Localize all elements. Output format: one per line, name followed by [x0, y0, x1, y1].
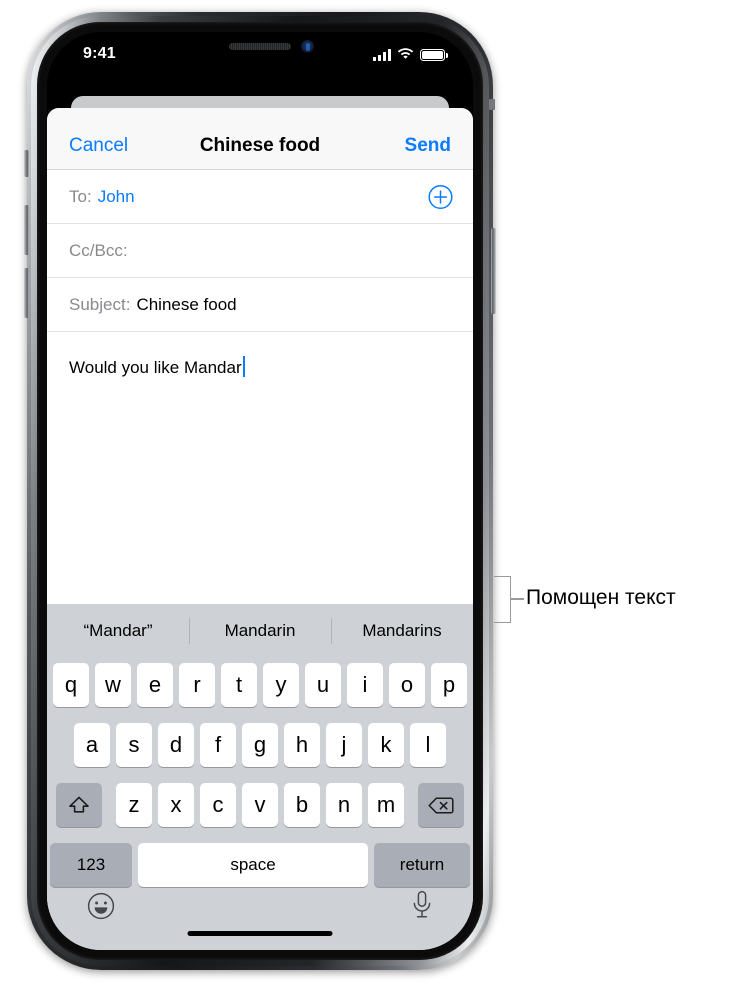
key-u[interactable]: u — [305, 663, 341, 707]
key-s[interactable]: s — [116, 723, 152, 767]
microphone-icon[interactable] — [411, 890, 433, 920]
predictive-text-bar: “Mandar” Mandarin Mandarins — [47, 604, 473, 658]
key-h[interactable]: h — [284, 723, 320, 767]
key-c[interactable]: c — [200, 783, 236, 827]
keyboard-bottom-bar — [47, 876, 473, 950]
earpiece-speaker-icon — [229, 43, 291, 50]
silent-switch-button[interactable] — [24, 150, 29, 177]
key-j[interactable]: j — [326, 723, 362, 767]
key-b[interactable]: b — [284, 783, 320, 827]
battery-full-icon — [420, 49, 448, 61]
shift-arrow-icon[interactable] — [56, 783, 102, 827]
key-y[interactable]: y — [263, 663, 299, 707]
callout-leader-line — [510, 598, 524, 600]
key-z[interactable]: z — [116, 783, 152, 827]
cancel-button[interactable]: Cancel — [69, 135, 128, 157]
suggestion-item-3[interactable]: Mandarins — [331, 621, 473, 641]
key-t[interactable]: t — [221, 663, 257, 707]
phone-bezel: 9:41 Cancel Chinese food Send To: John C… — [37, 22, 483, 960]
phone-frame: 9:41 Cancel Chinese food Send To: John C… — [27, 12, 493, 970]
key-o[interactable]: o — [389, 663, 425, 707]
key-m[interactable]: m — [368, 783, 404, 827]
key-w[interactable]: w — [95, 663, 131, 707]
frame-antenna-band — [489, 99, 495, 110]
screenshot-stage: 9:41 Cancel Chinese food Send To: John C… — [0, 0, 737, 988]
compose-navigation-bar: Cancel Chinese food Send — [47, 108, 473, 170]
status-time: 9:41 — [83, 45, 116, 62]
home-indicator[interactable] — [187, 931, 333, 936]
key-f[interactable]: f — [200, 723, 236, 767]
subject-field[interactable]: Subject: Chinese food — [47, 278, 473, 332]
key-k[interactable]: k — [368, 723, 404, 767]
callout-bracket — [494, 576, 511, 623]
to-field[interactable]: To: John — [47, 170, 473, 224]
key-q[interactable]: q — [53, 663, 89, 707]
compose-title: Chinese food — [199, 135, 321, 156]
status-icons — [373, 46, 448, 64]
smiley-face-icon[interactable] — [87, 892, 115, 920]
cc-bcc-field-label: Cc/Bcc: — [69, 240, 128, 260]
key-e[interactable]: e — [137, 663, 173, 707]
key-n[interactable]: n — [326, 783, 362, 827]
backspace-delete-icon[interactable] — [418, 783, 464, 827]
to-field-label: To: — [69, 186, 92, 206]
callout-label: Помощен текст — [526, 586, 676, 609]
subject-field-value[interactable]: Chinese food — [136, 295, 236, 315]
cc-bcc-field[interactable]: Cc/Bcc: — [47, 224, 473, 278]
message-body-field[interactable]: Would you like Mandar — [47, 332, 473, 560]
key-i[interactable]: i — [347, 663, 383, 707]
volume-up-button[interactable] — [24, 205, 29, 255]
key-l[interactable]: l — [410, 723, 446, 767]
key-p[interactable]: p — [431, 663, 467, 707]
key-a[interactable]: a — [74, 723, 110, 767]
keyboard-row-2: a s d f g h j k l — [47, 718, 473, 772]
suggestion-item-1[interactable]: “Mandar” — [47, 621, 189, 641]
front-camera-icon — [301, 40, 314, 53]
keyboard-row-1: q w e r t y u i o p — [47, 658, 473, 712]
key-d[interactable]: d — [158, 723, 194, 767]
message-body-text: Would you like Mandar — [69, 358, 242, 377]
send-button[interactable]: Send — [405, 135, 451, 157]
notch — [180, 32, 340, 60]
cellular-bars-icon — [373, 49, 391, 61]
phone-screen: 9:41 Cancel Chinese food Send To: John C… — [47, 32, 473, 950]
key-g[interactable]: g — [242, 723, 278, 767]
wifi-icon — [397, 46, 414, 64]
keyboard-row-3: z x c v b n m — [47, 778, 473, 832]
volume-down-button[interactable] — [24, 268, 29, 318]
text-cursor — [242, 356, 245, 377]
subject-field-label: Subject: — [69, 294, 131, 314]
suggestion-item-2[interactable]: Mandarin — [189, 621, 331, 641]
key-r[interactable]: r — [179, 663, 215, 707]
key-x[interactable]: x — [158, 783, 194, 827]
to-field-value[interactable]: John — [98, 187, 135, 207]
key-v[interactable]: v — [242, 783, 278, 827]
plus-circle-icon[interactable] — [428, 184, 453, 209]
onscreen-keyboard: q w e r t y u i o p a s d f g h j k l z … — [47, 658, 473, 950]
power-button[interactable] — [491, 228, 496, 314]
